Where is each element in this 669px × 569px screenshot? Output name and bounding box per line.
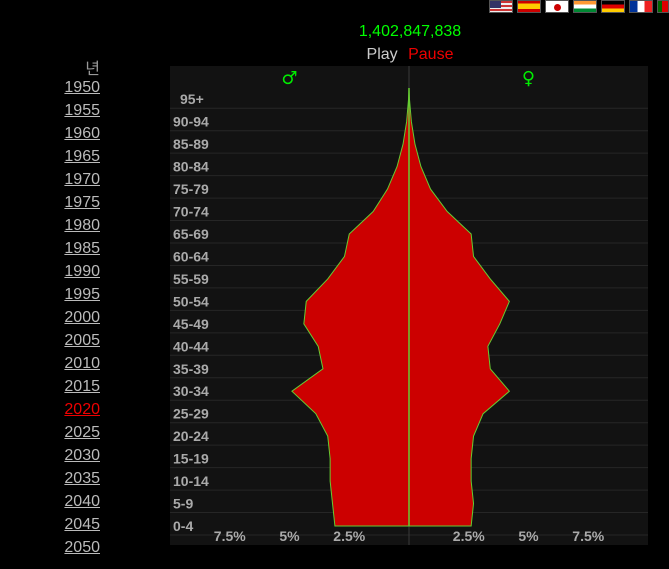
x-tick-label: 7.5%: [572, 528, 604, 544]
age-label-10-14: 10-14: [173, 473, 209, 489]
age-label-80-84: 80-84: [173, 159, 209, 175]
age-label-45-49: 45-49: [173, 316, 209, 332]
x-tick-label: 5%: [279, 528, 300, 544]
age-label-65-69: 65-69: [173, 226, 209, 242]
age-label-55-59: 55-59: [173, 271, 209, 287]
age-label-50-54: 50-54: [173, 293, 209, 309]
x-tick-label: 2.5%: [333, 528, 365, 544]
x-tick-label: 5%: [518, 528, 539, 544]
age-label-25-29: 25-29: [173, 406, 209, 422]
x-tick-label: 2.5%: [453, 528, 485, 544]
age-label-95+: 95+: [180, 91, 204, 107]
age-label-70-74: 70-74: [173, 204, 209, 220]
age-label-85-89: 85-89: [173, 136, 209, 152]
age-label-60-64: 60-64: [173, 248, 209, 264]
age-label-5-9: 5-9: [173, 496, 193, 512]
age-label-15-19: 15-19: [173, 451, 209, 467]
age-label-35-39: 35-39: [173, 361, 209, 377]
age-label-0-4: 0-4: [173, 518, 193, 534]
population-pyramid-chart: 0-4 5-9 10-14 15-19 20-24 25-29 30-34 35-39 40-4…: [170, 66, 648, 545]
x-tick-label: 7.5%: [214, 528, 246, 544]
age-label-90-94: 90-94: [173, 114, 209, 130]
male-symbol-icon: ♂: [281, 68, 297, 89]
age-label-20-24: 20-24: [173, 428, 209, 444]
age-label-75-79: 75-79: [173, 181, 209, 197]
age-label-40-44: 40-44: [173, 338, 209, 354]
age-label-30-34: 30-34: [173, 383, 209, 399]
female-symbol-icon: ♀: [522, 68, 535, 89]
